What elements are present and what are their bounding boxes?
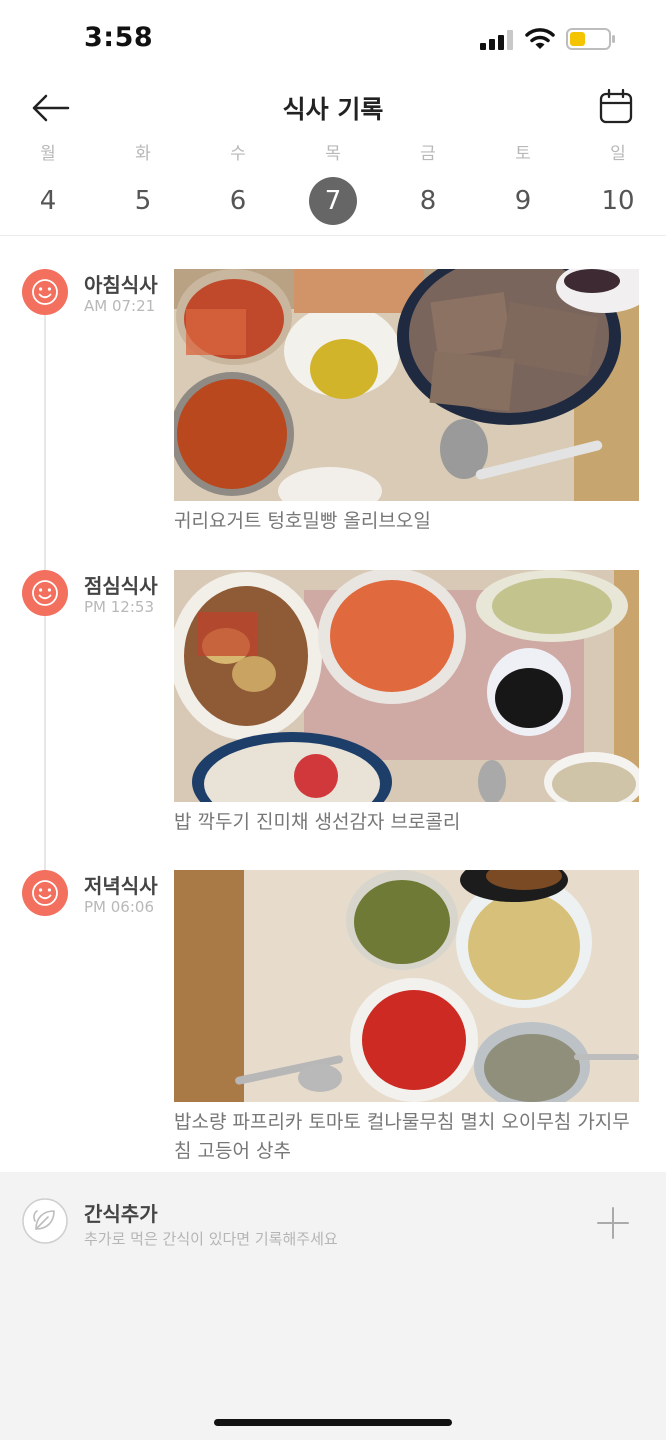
wifi-icon	[525, 28, 555, 49]
meal-time: AM 07:21	[84, 297, 156, 315]
day-number: 4	[39, 186, 57, 216]
meal-entry-dinner[interactable]: 저녁식사 PM 06:06 밥소량 파프리카 토마토 컬나물무침 멸치 오이무침…	[0, 870, 666, 1170]
meal-time: PM 06:06	[84, 898, 154, 916]
snack-add-panel[interactable]: 간식추가 추가로 먹은 간식이 있다면 기록해주세요	[0, 1172, 666, 1440]
meal-name: 저녁식사	[84, 874, 158, 898]
day-name: 화	[135, 144, 151, 164]
smiley-icon	[22, 870, 68, 916]
meal-description: 밥소량 파프리카 토마토 컬나물무침 멸치 오이무침 가지무침 고등어 상추	[174, 1111, 630, 1162]
meal-entry-lunch[interactable]: 점심식사 PM 12:53 밥 깍두기 진미채 생선감자 브로콜리	[0, 570, 666, 840]
meal-time: PM 12:53	[84, 598, 154, 616]
day-name: 토	[515, 144, 531, 164]
day-number: 8	[419, 186, 437, 216]
day-name: 수	[230, 144, 246, 164]
day-number: 5	[134, 186, 152, 216]
plus-icon[interactable]	[594, 1204, 632, 1242]
day-name: 월	[40, 144, 56, 164]
day-mon[interactable]: 월 4	[13, 140, 83, 225]
meal-description: 밥 깍두기 진미채 생선감자 브로콜리	[174, 811, 461, 833]
day-wed[interactable]: 수 6	[203, 140, 273, 225]
app-header: 식사 기록	[0, 80, 666, 140]
meal-photo-dinner[interactable]	[174, 870, 639, 1102]
smiley-icon	[22, 570, 68, 616]
day-tue[interactable]: 화 5	[108, 140, 178, 225]
status-bar: 3:58	[0, 0, 666, 80]
meal-name: 점심식사	[84, 574, 158, 598]
smiley-icon	[22, 269, 68, 315]
week-date-selector: 월 4 화 5 수 6 목 7 금 8 토 9 일 10	[0, 140, 666, 236]
day-number: 9	[514, 186, 532, 216]
meal-photo-lunch[interactable]	[174, 570, 639, 802]
day-name: 금	[420, 144, 436, 164]
calendar-icon[interactable]	[598, 88, 634, 126]
cellular-signal-icon	[480, 30, 513, 50]
day-sun[interactable]: 일 10	[583, 140, 653, 225]
day-thu-selected[interactable]: 목 7	[298, 140, 368, 225]
leaf-icon	[22, 1198, 68, 1244]
snack-subtitle: 추가로 먹은 간식이 있다면 기록해주세요	[84, 1230, 338, 1248]
home-indicator[interactable]	[214, 1419, 452, 1426]
day-number: 7	[309, 177, 357, 225]
page-title: 식사 기록	[282, 95, 384, 124]
day-name: 목	[325, 144, 341, 164]
day-fri[interactable]: 금 8	[393, 140, 463, 225]
day-number: 10	[601, 186, 635, 216]
battery-icon	[566, 28, 615, 50]
day-name: 일	[610, 144, 626, 164]
meal-photo-breakfast[interactable]	[174, 269, 639, 501]
day-number: 6	[229, 186, 247, 216]
snack-title: 간식추가	[84, 1202, 158, 1226]
meal-description: 귀리요거트 텅호밀빵 올리브오일	[174, 510, 431, 532]
meal-entry-breakfast[interactable]: 아침식사 AM 07:21 귀리요거트 텅호밀빵 올리브오일	[0, 269, 666, 539]
day-sat[interactable]: 토 9	[488, 140, 558, 225]
meal-name: 아침식사	[84, 273, 158, 297]
status-time: 3:58	[84, 22, 154, 53]
